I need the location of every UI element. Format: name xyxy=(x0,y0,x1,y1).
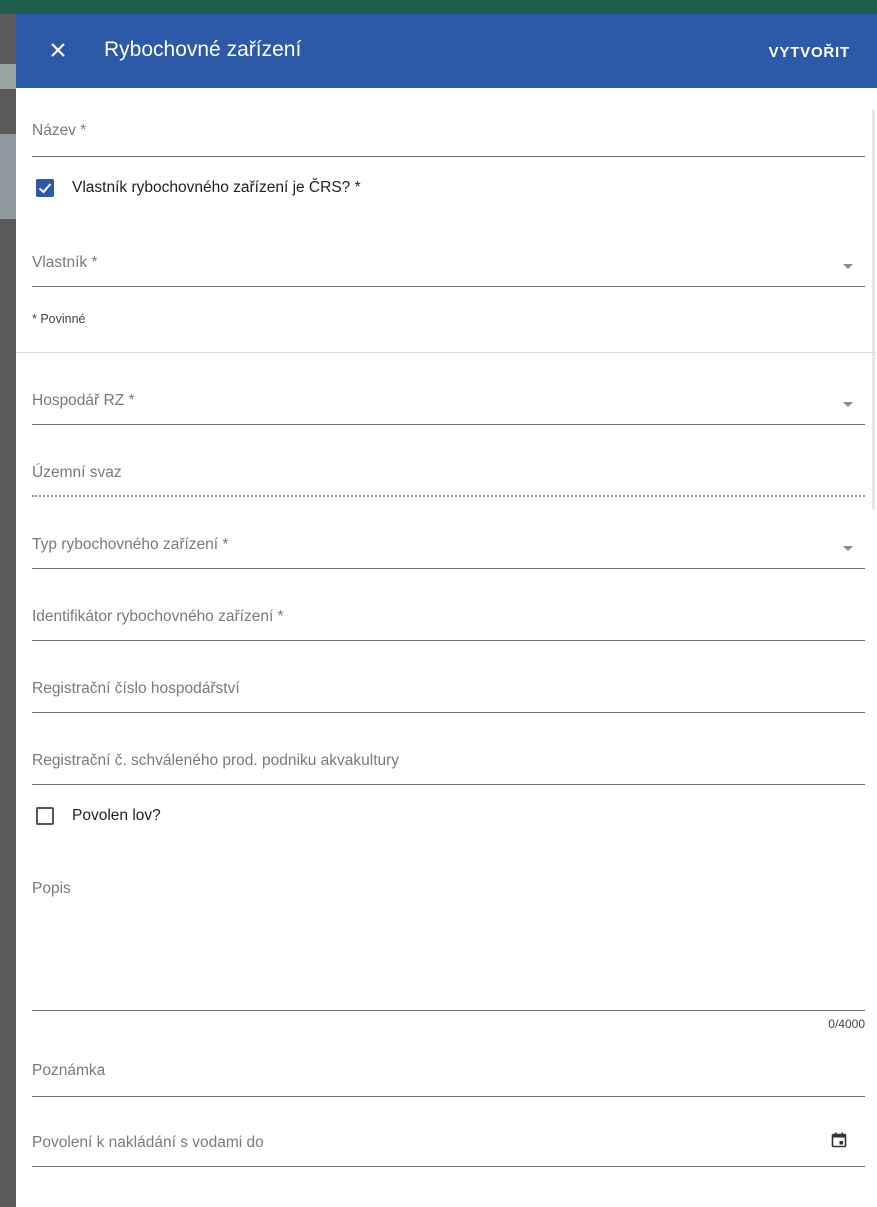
reg-cislo-label: Registrační číslo hospodářství xyxy=(32,680,240,697)
typ-underline xyxy=(32,568,865,569)
create-dialog: Rybochovné zařízení VYTVOŘIT Název * Vla… xyxy=(16,14,877,1207)
povolen-lov-checkbox-row[interactable]: Povolen lov? xyxy=(36,807,336,827)
povoleni-date-field[interactable]: Povolení k nakládání s vodami do xyxy=(32,1120,865,1170)
vlastnik-select[interactable]: Vlastník * xyxy=(32,240,865,290)
povolen-lov-label: Povolen lov? xyxy=(72,807,161,824)
povolen-lov-checkbox[interactable] xyxy=(36,807,54,825)
vlastnik-label: Vlastník * xyxy=(32,254,98,271)
vlastnik-crs-label: Vlastník rybochovného zařízení je ČRS? * xyxy=(72,179,361,196)
uzemni-svaz-label: Územní svaz xyxy=(32,464,122,481)
close-icon[interactable] xyxy=(48,40,68,60)
chevron-down-icon[interactable] xyxy=(843,402,853,407)
background-top-bar xyxy=(0,0,877,14)
reg-cislo-field[interactable]: Registrační číslo hospodářství xyxy=(32,666,865,716)
identifikator-field[interactable]: Identifikátor rybochovného zařízení * xyxy=(32,594,865,644)
dialog-title: Rybochovné zařízení xyxy=(104,38,302,61)
typ-label: Typ rybochovného zařízení * xyxy=(32,536,229,553)
poznamka-underline xyxy=(32,1096,865,1097)
hospodar-label: Hospodář RZ * xyxy=(32,392,135,409)
create-button[interactable]: VYTVOŘIT xyxy=(769,44,850,61)
poznamka-label: Poznámka xyxy=(32,1062,106,1079)
scrollbar[interactable] xyxy=(872,110,875,510)
uzemni-svaz-field: Územní svaz xyxy=(32,450,865,500)
popis-label: Popis xyxy=(32,880,71,897)
popis-textarea[interactable]: Popis xyxy=(32,866,865,1016)
nazev-underline xyxy=(32,156,865,157)
chevron-down-icon[interactable] xyxy=(843,546,853,551)
dialog-header: Rybochovné zařízení VYTVOŘIT xyxy=(16,14,877,88)
reg-schvaleny-field[interactable]: Registrační č. schváleného prod. podniku… xyxy=(32,738,865,788)
povoleni-label: Povolení k nakládání s vodami do xyxy=(32,1134,264,1151)
uzemni-svaz-underline xyxy=(32,495,865,497)
vlastnik-underline xyxy=(32,286,865,287)
povoleni-underline xyxy=(32,1166,865,1167)
poznamka-field[interactable]: Poznámka xyxy=(32,1048,865,1098)
vlastnik-crs-checkbox-row[interactable]: Vlastník rybochovného zařízení je ČRS? * xyxy=(36,179,636,199)
background-strip-a xyxy=(0,64,16,89)
section-divider xyxy=(16,352,877,353)
popis-underline xyxy=(32,1010,865,1011)
popis-char-counter: 0/4000 xyxy=(828,1017,865,1031)
required-note: * Povinné xyxy=(32,312,86,326)
identifikator-underline xyxy=(32,640,865,641)
reg-schvaleny-label: Registrační č. schváleného prod. podniku… xyxy=(32,752,400,769)
background-left-strip xyxy=(0,14,16,1207)
nazev-field[interactable]: Název * xyxy=(32,110,865,158)
reg-schvaleny-underline xyxy=(32,784,865,785)
chevron-down-icon[interactable] xyxy=(843,264,853,269)
hospodar-select[interactable]: Hospodář RZ * xyxy=(32,378,865,428)
calendar-icon[interactable] xyxy=(831,1132,847,1148)
hospodar-underline xyxy=(32,424,865,425)
background-strip-b xyxy=(0,134,16,219)
vlastnik-crs-checkbox[interactable] xyxy=(36,179,54,197)
identifikator-label: Identifikátor rybochovného zařízení * xyxy=(32,608,284,625)
typ-select[interactable]: Typ rybochovného zařízení * xyxy=(32,522,865,572)
reg-cislo-underline xyxy=(32,712,865,713)
nazev-label: Název * xyxy=(32,122,87,139)
